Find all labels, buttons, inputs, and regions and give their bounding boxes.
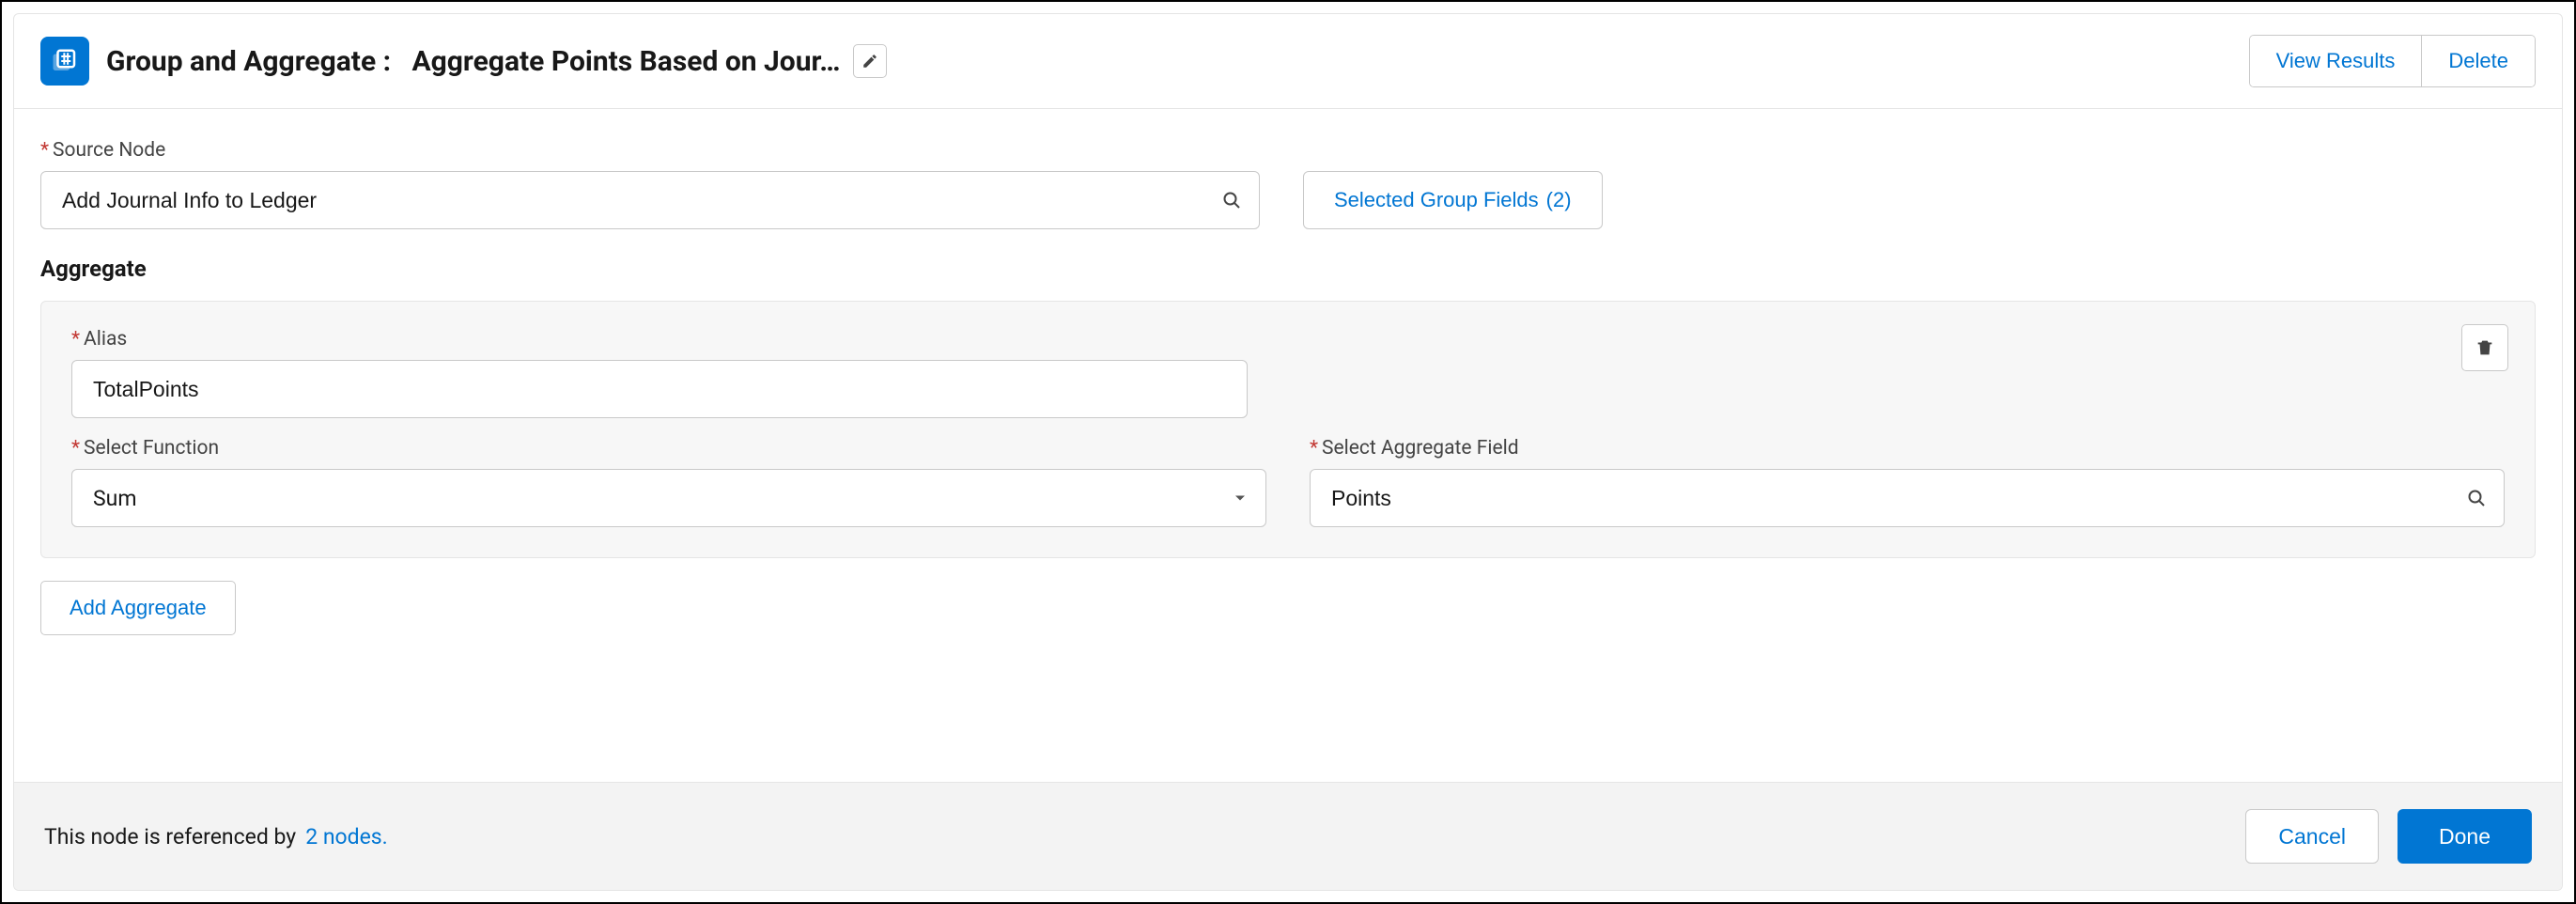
delete-aggregate-button[interactable] [2461, 324, 2508, 371]
header-actions: View Results Delete [2249, 35, 2536, 87]
card-body: * Source Node Selected [14, 109, 2562, 782]
cancel-button[interactable]: Cancel [2245, 809, 2379, 864]
group-fields-label: Selected Group Fields [1334, 188, 1539, 212]
function-field: * Select Function Sum [71, 437, 1266, 527]
source-node-input[interactable] [40, 171, 1260, 229]
page-title: Group and Aggregate : Aggregate Points B… [106, 45, 840, 78]
title-type: Group and Aggregate [106, 45, 376, 78]
source-node-label: * Source Node [40, 139, 1260, 162]
reference-text: This node is referenced by [44, 824, 296, 849]
aggregate-field-field: * Select Aggregate Field [1310, 437, 2505, 527]
alias-label: * Alias [71, 328, 1248, 351]
source-node-field: * Source Node [40, 139, 1260, 229]
title-wrap: Group and Aggregate : Aggregate Points B… [106, 44, 887, 78]
trash-icon [2475, 337, 2495, 358]
title-node-name: Aggregate Points Based on Jour… [411, 45, 840, 78]
required-star-icon: * [40, 139, 49, 162]
view-results-button[interactable]: View Results [2250, 36, 2422, 86]
edit-title-button[interactable] [853, 44, 887, 78]
function-label: * Select Function [71, 437, 1266, 460]
pencil-icon [861, 53, 878, 70]
required-star-icon: * [71, 437, 80, 460]
function-value: Sum [93, 486, 137, 511]
alias-input[interactable] [71, 360, 1248, 418]
node-editor-card: Group and Aggregate : Aggregate Points B… [13, 13, 2563, 891]
aggregate-field-label: * Select Aggregate Field [1310, 437, 2505, 460]
aggregate-field-input[interactable] [1310, 469, 2505, 527]
aggregate-section-title: Aggregate [40, 256, 2536, 282]
footer-actions: Cancel Done [2245, 809, 2532, 864]
reference-link[interactable]: 2 nodes. [305, 824, 388, 849]
alias-field: * Alias [71, 328, 1248, 418]
delete-button[interactable]: Delete [2421, 36, 2535, 86]
group-fields-count: (2) [1546, 188, 1572, 212]
group-aggregate-icon [40, 37, 89, 86]
done-button[interactable]: Done [2398, 809, 2532, 864]
aggregate-panel: * Alias * Select Function [40, 301, 2536, 558]
required-star-icon: * [1310, 437, 1318, 460]
function-select[interactable]: Sum [71, 469, 1266, 527]
card-header: Group and Aggregate : Aggregate Points B… [14, 14, 2562, 109]
card-footer: This node is referenced by 2 nodes. Canc… [14, 782, 2562, 890]
add-aggregate-button[interactable]: Add Aggregate [40, 581, 236, 635]
top-row: * Source Node Selected [40, 139, 2536, 229]
selected-group-fields-button[interactable]: Selected Group Fields (2) [1303, 171, 1603, 229]
app-frame: Group and Aggregate : Aggregate Points B… [0, 0, 2576, 904]
required-star-icon: * [71, 328, 80, 351]
